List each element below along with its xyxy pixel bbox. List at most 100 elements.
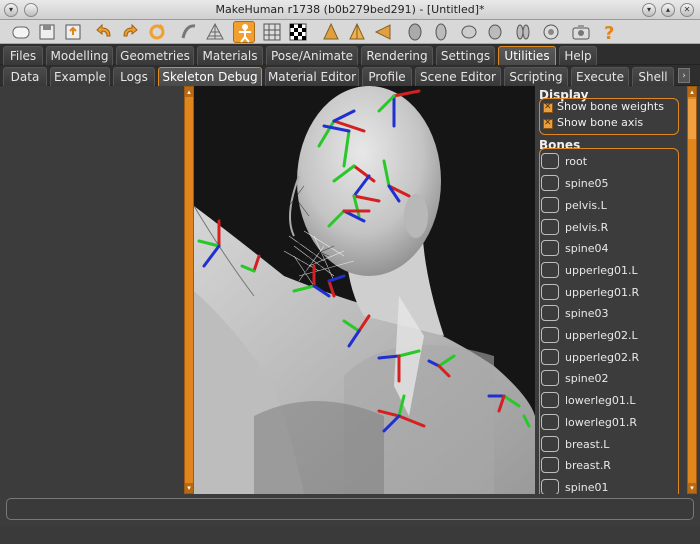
tab-scripting[interactable]: Scripting: [504, 67, 568, 86]
bone-radio-upperleg01-l[interactable]: [541, 262, 559, 278]
sub-tab-bar: Data Example Logs Skeleton Debug Materia…: [0, 65, 700, 86]
title-bar: ▾ MakeHuman r1738 (b0b279bed291) - [Unti…: [0, 0, 700, 20]
bone-radio-breast-l[interactable]: [541, 436, 559, 452]
right-view-icon[interactable]: [404, 21, 426, 43]
new-file-icon[interactable]: [10, 21, 32, 43]
skeleton-render: [194, 86, 535, 494]
left-view-icon[interactable]: [372, 21, 394, 43]
bone-label[interactable]: spine02: [565, 372, 609, 385]
undo-icon[interactable]: [93, 21, 115, 43]
tab-utilities[interactable]: Utilities: [498, 46, 556, 65]
bone-radio-upperleg02-l[interactable]: [541, 327, 559, 343]
save-icon[interactable]: [36, 21, 58, 43]
reset-icon[interactable]: [146, 21, 168, 43]
tab-skeleton-debug[interactable]: Skeleton Debug: [158, 67, 262, 86]
screenshot-icon[interactable]: [570, 21, 592, 43]
scroll-up-icon[interactable]: ▴: [688, 87, 696, 97]
bone-label[interactable]: lowerleg01.L: [565, 394, 636, 407]
window-title: MakeHuman r1738 (b0b279bed291) - [Untitl…: [215, 3, 485, 16]
bone-radio-root[interactable]: [541, 153, 559, 169]
front-view-icon[interactable]: [320, 21, 342, 43]
show-bone-weights-label: Show bone weights: [557, 100, 664, 113]
show-bone-weights-checkbox[interactable]: [543, 102, 553, 113]
tab-data[interactable]: Data: [3, 67, 47, 86]
bone-label[interactable]: spine05: [565, 177, 609, 190]
grid-icon[interactable]: [261, 21, 283, 43]
bone-radio-pelvis-r[interactable]: [541, 219, 559, 235]
tab-profile[interactable]: Profile: [362, 67, 412, 86]
left-scrollbar[interactable]: ▴ ▾: [184, 86, 194, 494]
tab-modelling[interactable]: Modelling: [46, 46, 113, 65]
bottom-strip: [0, 526, 700, 544]
tab-geometries[interactable]: Geometries: [116, 46, 194, 65]
3d-viewport[interactable]: [194, 86, 535, 494]
minimize-button[interactable]: ▾: [642, 3, 656, 17]
bone-radio-upperleg02-r[interactable]: [541, 349, 559, 365]
bone-radio-spine03[interactable]: [541, 305, 559, 321]
tab-help[interactable]: Help: [559, 46, 597, 65]
bone-label[interactable]: breast.L: [565, 438, 609, 451]
main-tab-bar: Files Modelling Geometries Materials Pos…: [0, 44, 700, 65]
bone-label[interactable]: spine04: [565, 242, 609, 255]
bone-radio-upperleg01-r[interactable]: [541, 284, 559, 300]
tab-rendering[interactable]: Rendering: [361, 46, 433, 65]
scroll-down-icon[interactable]: ▾: [688, 483, 696, 493]
bone-radio-spine04[interactable]: [541, 240, 559, 256]
side-view-icon[interactable]: [484, 21, 506, 43]
bone-radio-pelvis-l[interactable]: [541, 197, 559, 213]
show-bone-axis-label: Show bone axis: [557, 116, 644, 129]
bone-label[interactable]: lowerleg01.R: [565, 416, 637, 429]
left-panel: [4, 86, 184, 494]
bone-radio-spine05[interactable]: [541, 175, 559, 191]
back-view-icon[interactable]: [346, 21, 368, 43]
bone-radio-lowerleg01-l[interactable]: [541, 392, 559, 408]
show-bone-axis-checkbox[interactable]: [543, 118, 553, 129]
tab-execute[interactable]: Execute: [571, 67, 629, 86]
smooth-icon[interactable]: [178, 21, 200, 43]
bone-label[interactable]: spine01: [565, 481, 609, 494]
wireframe-icon[interactable]: [204, 21, 226, 43]
bone-radio-spine02[interactable]: [541, 370, 559, 386]
tab-logs[interactable]: Logs: [113, 67, 155, 86]
maximize-button[interactable]: ▴: [661, 3, 675, 17]
bone-label[interactable]: pelvis.L: [565, 199, 607, 212]
bone-label[interactable]: root: [565, 155, 587, 168]
tab-pose-animate[interactable]: Pose/Animate: [266, 46, 358, 65]
reset-camera-icon[interactable]: [540, 21, 562, 43]
bone-label[interactable]: upperleg02.R: [565, 351, 639, 364]
svg-text:?: ?: [604, 23, 614, 43]
scroll-up-icon[interactable]: ▴: [185, 87, 193, 97]
bone-label[interactable]: spine03: [565, 307, 609, 320]
bottom-view-icon[interactable]: [458, 21, 480, 43]
export-icon[interactable]: [62, 21, 84, 43]
tab-scroll-right-icon[interactable]: ›: [678, 68, 690, 83]
bone-label[interactable]: pelvis.R: [565, 221, 608, 234]
right-scrollbar[interactable]: ▴ ▾: [687, 86, 697, 494]
bone-radio-breast-r[interactable]: [541, 457, 559, 473]
top-view-icon[interactable]: [430, 21, 452, 43]
skeleton-icon[interactable]: [233, 21, 255, 43]
right-panel: Display Show bone weights Show bone axis…: [537, 86, 687, 494]
checker-icon[interactable]: [287, 21, 309, 43]
scroll-thumb[interactable]: [688, 99, 696, 139]
tab-example[interactable]: Example: [50, 67, 110, 86]
close-button[interactable]: ✕: [680, 3, 694, 17]
tab-files[interactable]: Files: [3, 46, 43, 65]
tab-material-editor[interactable]: Material Editor: [265, 67, 359, 86]
redo-icon[interactable]: [119, 21, 141, 43]
help-icon[interactable]: ?: [598, 21, 620, 44]
tab-shell[interactable]: Shell: [632, 67, 674, 86]
tab-scene-editor[interactable]: Scene Editor: [415, 67, 501, 86]
body-view-icon[interactable]: [512, 21, 534, 43]
scroll-down-icon[interactable]: ▾: [185, 483, 193, 493]
tab-settings[interactable]: Settings: [436, 46, 495, 65]
tab-materials[interactable]: Materials: [197, 46, 263, 65]
bone-radio-lowerleg01-r[interactable]: [541, 414, 559, 430]
toolbar: ?: [0, 20, 700, 44]
bone-label[interactable]: breast.R: [565, 459, 611, 472]
bone-label[interactable]: upperleg01.R: [565, 286, 639, 299]
bone-radio-spine01[interactable]: [541, 479, 559, 494]
makehuman-window: ▾ MakeHuman r1738 (b0b279bed291) - [Unti…: [0, 0, 700, 544]
bone-label[interactable]: upperleg02.L: [565, 329, 638, 342]
bone-label[interactable]: upperleg01.L: [565, 264, 638, 277]
